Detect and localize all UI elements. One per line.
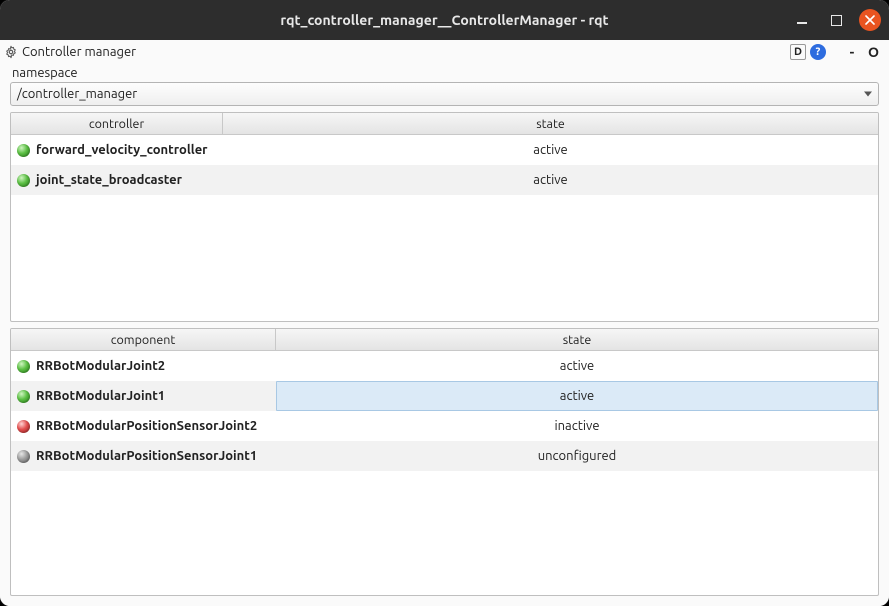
row-name-cell: joint_state_broadcaster	[11, 165, 223, 195]
namespace-label: namespace	[10, 64, 879, 82]
controllers-body: forward_velocity_controlleractivejoint_s…	[11, 135, 878, 321]
status-orb-icon	[17, 450, 30, 463]
close-button[interactable]	[859, 9, 881, 31]
status-orb-icon	[17, 174, 30, 187]
row-name: RRBotModularPositionSensorJoint2	[36, 419, 257, 433]
app-window: rqt_controller_manager__ControllerManage…	[0, 0, 889, 606]
table-row[interactable]: RRBotModularPositionSensorJoint2 inactive	[11, 411, 878, 441]
status-orb-icon	[17, 420, 30, 433]
row-name: joint_state_broadcaster	[36, 173, 182, 187]
controllers-table: controller state forward_velocity_contro…	[10, 112, 879, 322]
row-name-cell: RRBotModularJoint1	[11, 381, 276, 411]
status-orb-icon	[17, 360, 30, 373]
components-header-name[interactable]: component	[11, 329, 276, 350]
chevron-down-icon	[864, 92, 872, 97]
plugin-header: Controller manager D ? - O	[0, 40, 889, 64]
row-name: RRBotModularJoint1	[36, 389, 165, 403]
dock-toggle-button[interactable]: D	[790, 44, 806, 60]
components-table: component state RRBotModularJoint2 active…	[10, 328, 879, 596]
help-button[interactable]: ?	[810, 44, 826, 60]
row-state-cell: active	[223, 165, 878, 195]
status-orb-icon	[17, 144, 30, 157]
float-button[interactable]: -	[844, 44, 860, 60]
row-state-cell: active	[276, 351, 878, 381]
table-row[interactable]: forward_velocity_controller active	[11, 135, 878, 165]
table-row[interactable]: joint_state_broadcaster active	[11, 165, 878, 195]
row-name: RRBotModularJoint2	[36, 359, 165, 373]
titlebar[interactable]: rqt_controller_manager__ControllerManage…	[0, 0, 889, 40]
row-name-cell: RRBotModularPositionSensorJoint1	[11, 441, 276, 471]
components-body: RRBotModularJoint2activeRRBotModularJoin…	[11, 351, 878, 595]
components-header: component state	[11, 329, 878, 351]
row-name: RRBotModularPositionSensorJoint1	[36, 449, 257, 463]
table-row[interactable]: RRBotModularPositionSensorJoint1 unconfig…	[11, 441, 878, 471]
window-controls	[791, 9, 881, 31]
table-row[interactable]: RRBotModularJoint1 active	[11, 381, 878, 411]
row-name-cell: RRBotModularPositionSensorJoint2	[11, 411, 276, 441]
components-header-state[interactable]: state	[276, 329, 878, 350]
controllers-header: controller state	[11, 113, 878, 135]
maximize-button[interactable]	[825, 9, 847, 31]
row-name-cell: forward_velocity_controller	[11, 135, 223, 165]
minimize-button[interactable]	[791, 9, 813, 31]
table-row[interactable]: RRBotModularJoint2 active	[11, 351, 878, 381]
namespace-combobox[interactable]: /controller_manager	[10, 82, 879, 106]
namespace-value: /controller_manager	[17, 87, 137, 101]
client-area: namespace /controller_manager controller…	[0, 64, 889, 606]
gear-icon	[4, 45, 18, 59]
row-state-cell: inactive	[276, 411, 878, 441]
row-name-cell: RRBotModularJoint2	[11, 351, 276, 381]
window-title: rqt_controller_manager__ControllerManage…	[280, 12, 608, 28]
controllers-header-state[interactable]: state	[223, 113, 878, 134]
controllers-header-name[interactable]: controller	[11, 113, 223, 134]
row-name: forward_velocity_controller	[36, 143, 208, 157]
row-state-cell: active	[223, 135, 878, 165]
close-plugin-button[interactable]: O	[864, 44, 883, 60]
status-orb-icon	[17, 390, 30, 403]
row-state-cell: unconfigured	[276, 441, 878, 471]
row-state-cell: active	[276, 381, 878, 411]
plugin-title: Controller manager	[22, 45, 136, 59]
